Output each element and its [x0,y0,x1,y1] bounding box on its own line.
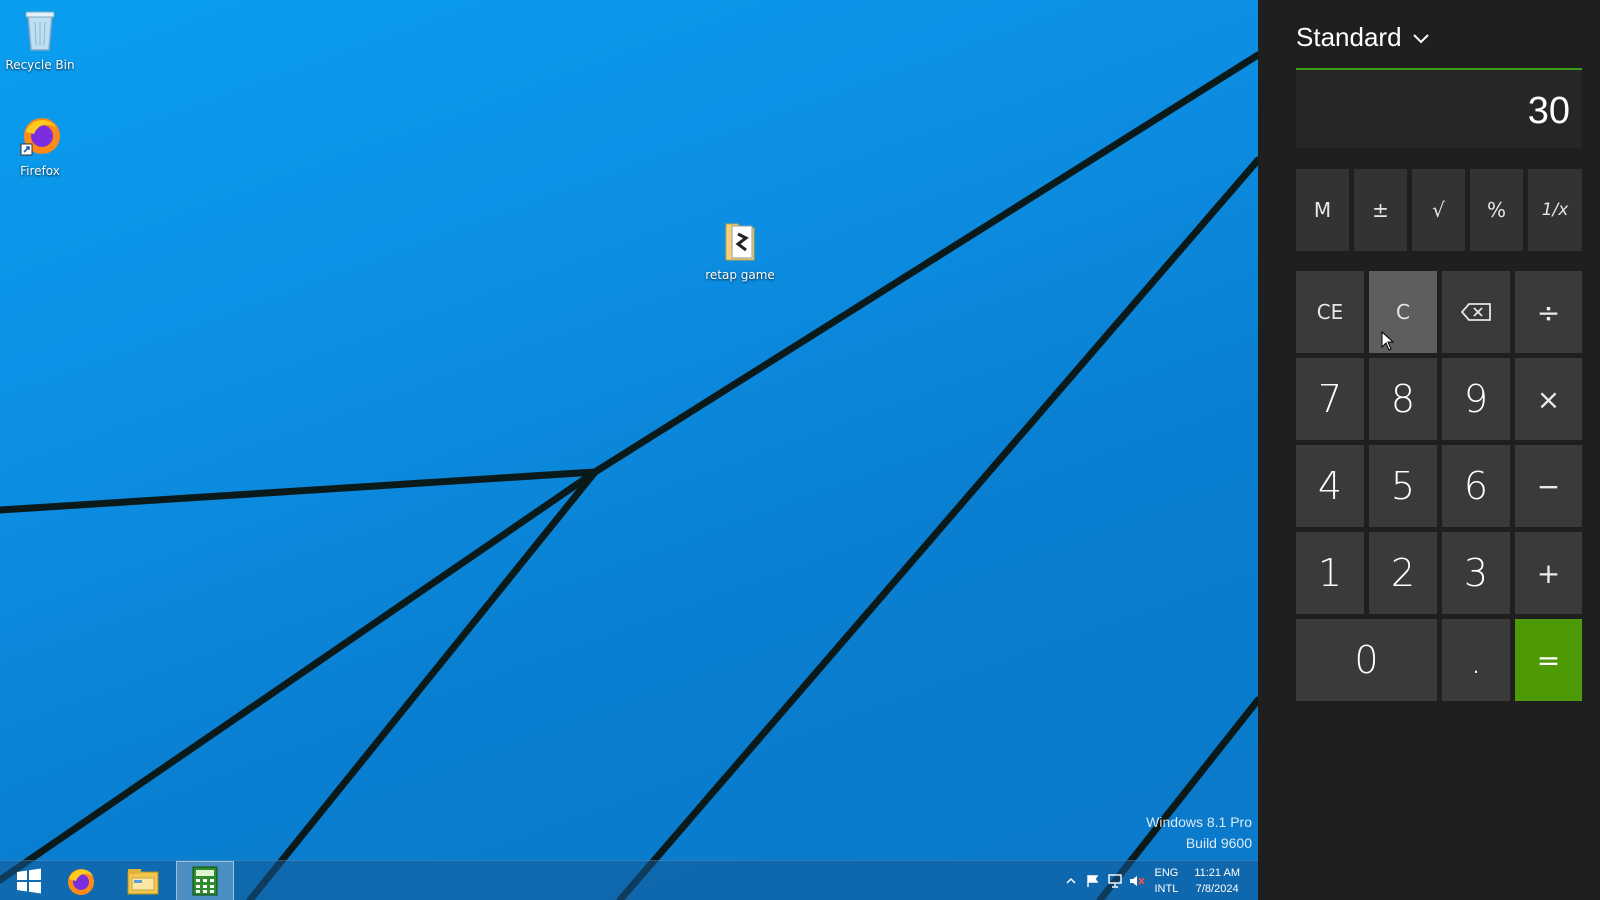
mode-label: Standard [1296,22,1402,52]
digit-2-button[interactable]: 2 [1369,532,1437,614]
decimal-button[interactable]: . [1442,619,1510,701]
windows-start-icon [17,868,41,894]
subtract-button[interactable]: − [1515,445,1582,527]
desktop-icon-recycle-bin[interactable]: Recycle Bin [0,6,80,72]
equals-label: = [1536,643,1561,677]
volume-button[interactable] [1126,861,1148,900]
clock-date: 7/8/2024 [1195,883,1239,895]
digit-3-button[interactable]: 3 [1442,532,1510,614]
digit-0-button[interactable]: 0 [1296,619,1437,701]
digit-9-button[interactable]: 9 [1442,358,1510,440]
divide-label: ÷ [1536,295,1561,329]
equals-button[interactable]: = [1515,619,1582,701]
keyboard-layout: INTL [1154,883,1179,895]
file-explorer-icon [127,869,159,895]
desktop-icon-label: retap game [705,268,775,282]
digit-label: 7 [1317,377,1343,421]
multiply-button[interactable]: × [1515,358,1582,440]
multiply-label: × [1536,382,1561,416]
desktop-icon-retap-game[interactable]: retap game [700,216,780,282]
network-icon [1108,874,1123,888]
taskbar-file-explorer-button[interactable] [114,861,172,900]
result-display: 30 [1296,68,1582,148]
digit-label: 3 [1463,551,1489,595]
volume-muted-icon [1130,876,1146,886]
chevron-up-icon [1066,877,1077,884]
flag-icon [1087,875,1099,887]
digit-1-button[interactable]: 1 [1296,532,1364,614]
display-value: 30 [1527,90,1570,132]
sqrt-button[interactable]: √ [1412,169,1465,251]
desktop-icon-label: Firefox [20,164,60,178]
digit-label: 6 [1463,464,1489,508]
add-label: + [1536,556,1561,590]
taskbar: ENG INTL 11:21 AM 7/8/2024 [0,860,1258,900]
language-code: ENG [1154,867,1179,879]
desktop: Recycle Bin Firefox retap game Windows 8… [0,0,1258,900]
negate-label: ± [1372,198,1389,222]
system-tray: ENG INTL 11:21 AM 7/8/2024 [1060,861,1258,900]
folder-icon [716,216,764,264]
divide-button[interactable]: ÷ [1515,271,1582,353]
taskbar-firefox-button[interactable] [52,861,110,900]
clear-label: C [1396,300,1410,324]
network-button[interactable] [1104,861,1126,900]
calculator-app: Standard 30 M ± √ % 1/x CE C ÷ 7 8 9 × 4… [1258,0,1600,900]
add-button[interactable]: + [1515,532,1582,614]
recycle-bin-icon [16,6,64,54]
backspace-icon [1460,303,1491,321]
digit-label: 1 [1317,551,1343,595]
clear-button[interactable]: C [1369,271,1437,353]
memory-button[interactable]: M [1296,169,1349,251]
clock-button[interactable]: 11:21 AM 7/8/2024 [1194,865,1240,897]
chevron-down-icon [1412,33,1429,43]
taskbar-calculator-button[interactable] [176,861,234,900]
calculator-icon [192,866,218,896]
windows-watermark: Windows 8.1 Pro Build 9600 [1146,812,1252,854]
firefox-icon [16,112,64,160]
desktop-icon-label: Recycle Bin [5,58,75,72]
mode-selector[interactable]: Standard [1296,22,1430,53]
digit-label: 5 [1390,464,1416,508]
negate-button[interactable]: ± [1354,169,1407,251]
digit-5-button[interactable]: 5 [1369,445,1437,527]
digit-label: 0 [1354,638,1379,682]
watermark-build: Build 9600 [1185,835,1252,851]
digit-label: 9 [1463,377,1489,421]
show-hidden-icons-button[interactable] [1060,861,1082,900]
decimal-label: . [1469,638,1483,682]
action-center-button[interactable] [1082,861,1104,900]
firefox-icon [68,869,94,895]
taskbar-start-button[interactable] [0,861,58,900]
digit-8-button[interactable]: 8 [1369,358,1437,440]
mouse-cursor-icon [1381,331,1395,351]
reciprocal-label: 1/x [1541,200,1569,220]
input-language-button[interactable]: ENG INTL [1154,865,1178,897]
digit-label: 8 [1390,377,1416,421]
reciprocal-button[interactable]: 1/x [1528,169,1582,251]
desktop-icon-firefox[interactable]: Firefox [0,112,80,178]
memory-label: M [1313,198,1332,222]
clear-entry-button[interactable]: CE [1296,271,1364,353]
sqrt-label: √ [1432,198,1445,222]
digit-4-button[interactable]: 4 [1296,445,1364,527]
digit-label: 4 [1317,464,1343,508]
watermark-edition: Windows 8.1 Pro [1146,814,1252,830]
backspace-button[interactable] [1442,271,1510,353]
clock-time: 11:21 AM [1194,867,1240,879]
digit-7-button[interactable]: 7 [1296,358,1364,440]
percent-button[interactable]: % [1470,169,1523,251]
wallpaper-lines [0,51,1258,900]
clear-entry-label: CE [1316,300,1344,324]
digit-6-button[interactable]: 6 [1442,445,1510,527]
digit-label: 2 [1390,551,1416,595]
subtract-label: − [1536,469,1561,503]
percent-label: % [1486,198,1506,222]
